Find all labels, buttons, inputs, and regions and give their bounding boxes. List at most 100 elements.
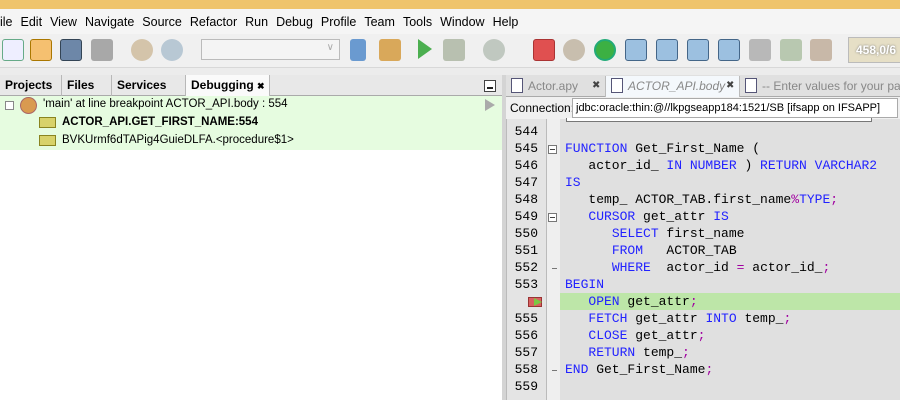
step-into-icon[interactable] xyxy=(687,39,709,61)
code-line[interactable]: FETCH get_attr INTO temp_; xyxy=(565,310,791,327)
menu-edit[interactable]: Edit xyxy=(17,15,47,29)
code-line[interactable]: CURSOR get_attr IS xyxy=(565,208,728,225)
chevron-down-icon: ∨ xyxy=(326,42,334,53)
finish-debugger-icon[interactable] xyxy=(533,39,555,61)
operator-token: ; xyxy=(697,328,706,343)
menu-bar: ile Edit View Navigate Source Refactor Run Debu… xyxy=(0,9,900,34)
close-icon[interactable]: ✖ xyxy=(592,80,600,91)
session-icon xyxy=(20,97,37,114)
connection-label: Connection: xyxy=(510,101,575,115)
step-over-icon[interactable] xyxy=(625,39,647,61)
memory-indicator[interactable]: 458,0/6 xyxy=(848,37,900,63)
menu-window[interactable]: Window xyxy=(436,15,488,29)
operator-token: ; xyxy=(830,192,839,207)
code-line[interactable]: CLOSE get_attr; xyxy=(565,327,705,344)
menu-help[interactable]: Help xyxy=(489,15,523,29)
tab-actor-api-body[interactable]: ACTOR_API.body ✖ xyxy=(606,76,740,97)
code-token: actor_id xyxy=(650,260,737,275)
call-frame-current[interactable]: ACTOR_API.GET_FIRST_NAME:554 xyxy=(62,116,258,128)
code-token: ACTOR_TAB xyxy=(643,243,737,258)
connection-select[interactable]: jdbc:oracle:thin:@//lkpgseapp184:1521/SB… xyxy=(572,98,898,118)
pause-icon[interactable] xyxy=(563,39,585,61)
code-line[interactable]: actor_id_ IN NUMBER ) RETURN VARCHAR2 xyxy=(565,157,877,174)
tab-debugging[interactable]: Debugging ✖ xyxy=(186,75,270,96)
tab-actor-apy[interactable]: Actor.apy ✖ xyxy=(506,76,606,97)
code-line[interactable]: FUNCTION Get_First_Name ( xyxy=(565,140,760,157)
minimize-button[interactable] xyxy=(484,80,496,92)
fold-gutter xyxy=(546,119,560,400)
tab-projects[interactable]: Projects xyxy=(0,75,62,96)
code-line[interactable]: IS xyxy=(565,174,581,191)
fold-collapse-icon[interactable] xyxy=(548,213,557,222)
tab-sql-params[interactable]: -- Enter values for your paran xyxy=(740,76,900,97)
menu-refactor[interactable]: Refactor xyxy=(186,15,241,29)
keyword-token: RETURN VARCHAR2 xyxy=(760,158,878,173)
code-line[interactable]: OPEN get_attr; xyxy=(565,293,698,310)
step-over-expression-icon[interactable] xyxy=(656,39,678,61)
apply-code-changes-icon[interactable] xyxy=(780,39,802,61)
open-project-icon[interactable] xyxy=(60,39,82,61)
code-token: temp_ ACTOR_TAB.first_name xyxy=(565,192,792,207)
save-all-icon[interactable] xyxy=(91,39,113,61)
code-token: temp_ xyxy=(736,311,784,326)
left-panel-body xyxy=(0,150,502,400)
keyword-token: IN NUMBER xyxy=(666,158,737,173)
code-line[interactable]: WHERE actor_id = actor_id_; xyxy=(565,259,830,276)
new-file-icon[interactable] xyxy=(2,39,24,61)
menu-navigate[interactable]: Navigate xyxy=(81,15,138,29)
code-token: first_name xyxy=(658,226,745,241)
breakpoint-current-line-icon[interactable] xyxy=(528,297,542,307)
take-snapshot-icon[interactable] xyxy=(810,39,832,61)
code-token: actor_id_ xyxy=(565,158,667,173)
code-line[interactable]: SELECT first_name xyxy=(565,225,745,242)
editor-tabs: Actor.apy ✖ ACTOR_API.body ✖ -- Enter valu… xyxy=(506,75,900,97)
code-token: get_attr xyxy=(635,209,714,224)
menu-view[interactable]: View xyxy=(46,15,81,29)
menu-profile[interactable]: Profile xyxy=(317,15,360,29)
profile-icon[interactable] xyxy=(483,39,505,61)
redo-icon[interactable] xyxy=(161,39,183,61)
collapse-icon[interactable] xyxy=(5,101,14,110)
play-icon[interactable] xyxy=(485,99,495,111)
fold-collapse-icon[interactable] xyxy=(548,145,557,154)
menu-run[interactable]: Run xyxy=(241,15,272,29)
run-to-cursor-icon[interactable] xyxy=(749,39,771,61)
code-token: Get_First_Name xyxy=(588,362,706,377)
menu-ile[interactable]: ile xyxy=(0,15,17,29)
code-line[interactable]: FROM ACTOR_TAB xyxy=(565,242,737,259)
call-frame[interactable]: BVKUrmf6dTAPig4GuieDLFA.<procedure$1> xyxy=(62,134,294,146)
close-icon[interactable]: ✖ xyxy=(726,80,734,91)
code-line[interactable]: temp_ ACTOR_TAB.first_name%TYPE; xyxy=(565,191,838,208)
menu-source[interactable]: Source xyxy=(138,15,186,29)
line-number: 549 xyxy=(514,209,538,224)
run-icon[interactable] xyxy=(418,39,432,59)
build-icon[interactable] xyxy=(350,39,366,61)
clean-build-icon[interactable] xyxy=(379,39,401,61)
new-project-icon[interactable] xyxy=(30,39,52,61)
tab-services[interactable]: Services xyxy=(112,75,186,96)
configuration-select[interactable]: ∨ xyxy=(201,39,340,60)
left-panel-tabs: Projects Files Services Debugging ✖ xyxy=(0,75,502,96)
menu-team[interactable]: Team xyxy=(360,15,399,29)
file-icon xyxy=(511,78,523,93)
menu-debug[interactable]: Debug xyxy=(272,15,317,29)
debug-icon[interactable] xyxy=(443,39,465,61)
code-line[interactable]: BEGIN xyxy=(565,276,604,293)
step-out-icon[interactable] xyxy=(718,39,740,61)
continue-icon[interactable] xyxy=(594,39,616,61)
line-number: 550 xyxy=(514,226,538,241)
operator-token: ; xyxy=(689,294,698,309)
code-token: actor_id_ xyxy=(744,260,823,275)
code-line[interactable]: END Get_First_Name; xyxy=(565,361,713,378)
undo-icon[interactable] xyxy=(131,39,153,61)
close-icon[interactable]: ✖ xyxy=(257,81,265,91)
line-number: 552 xyxy=(514,260,538,275)
session-node[interactable]: 'main' at line breakpoint ACTOR_API.body… xyxy=(43,98,288,110)
menu-tools[interactable]: Tools xyxy=(399,15,436,29)
tab-files[interactable]: Files xyxy=(62,75,112,96)
code-line[interactable]: RETURN temp_; xyxy=(565,344,689,361)
